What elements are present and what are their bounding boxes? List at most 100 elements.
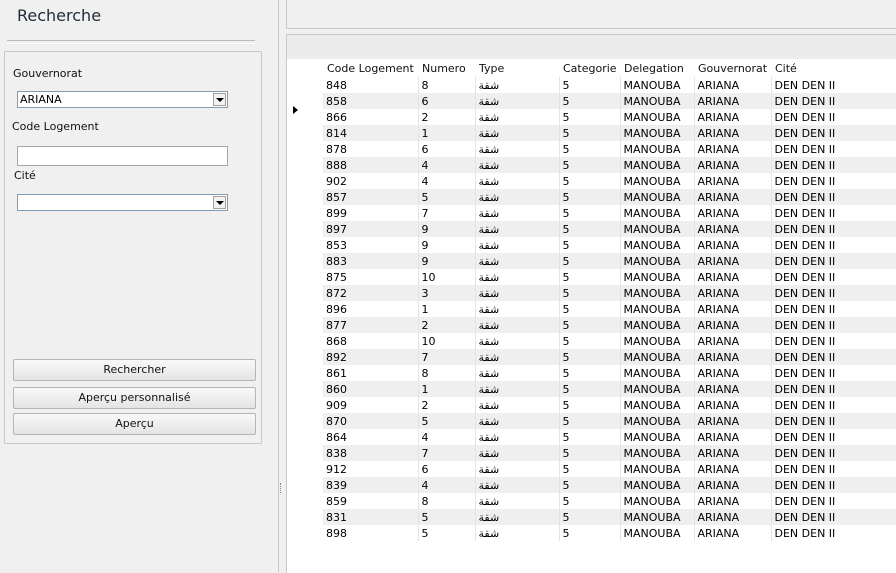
table-cell[interactable]: DEN DEN II (771, 445, 896, 461)
table-cell[interactable]: ARIANA (694, 349, 772, 365)
table-cell[interactable]: 5 (559, 157, 621, 173)
table-cell[interactable]: شقة (475, 333, 560, 349)
table-cell[interactable]: 5 (559, 317, 621, 333)
table-cell[interactable]: 3 (418, 285, 476, 301)
table-cell[interactable]: 888 (323, 157, 419, 173)
table-cell[interactable]: 875 (323, 269, 419, 285)
table-cell[interactable]: 5 (559, 125, 621, 141)
table-cell[interactable]: شقة (475, 237, 560, 253)
table-cell[interactable]: ARIANA (694, 365, 772, 381)
table-cell[interactable]: 2 (418, 317, 476, 333)
table-cell[interactable]: شقة (475, 109, 560, 125)
table-cell[interactable]: شقة (475, 157, 560, 173)
table-cell[interactable]: شقة (475, 173, 560, 189)
table-cell[interactable]: ARIANA (694, 189, 772, 205)
table-cell[interactable]: DEN DEN II (771, 525, 896, 541)
table-cell[interactable]: 5 (559, 141, 621, 157)
table-cell[interactable]: 4 (418, 429, 476, 445)
table-cell[interactable]: 10 (418, 269, 476, 285)
table-cell[interactable]: ARIANA (694, 157, 772, 173)
table-cell[interactable]: ARIANA (694, 381, 772, 397)
table-cell[interactable]: MANOUBA (620, 509, 695, 525)
table-cell[interactable]: DEN DEN II (771, 221, 896, 237)
table-cell[interactable]: شقة (475, 301, 560, 317)
chevron-down-icon[interactable] (213, 196, 226, 209)
table-cell[interactable]: 8 (418, 365, 476, 381)
table-cell[interactable]: 870 (323, 413, 419, 429)
table-cell[interactable]: 6 (418, 461, 476, 477)
table-cell[interactable]: 5 (559, 269, 621, 285)
table-cell[interactable]: 1 (418, 301, 476, 317)
table-row[interactable]: 912 6 شقة 5 MANOUBA ARIANA DEN DEN II (323, 461, 896, 477)
table-cell[interactable]: 10 (418, 333, 476, 349)
table-cell[interactable]: شقة (475, 93, 560, 109)
table-cell[interactable]: 868 (323, 333, 419, 349)
table-cell[interactable]: ARIANA (694, 317, 772, 333)
table-cell[interactable]: 864 (323, 429, 419, 445)
table-cell[interactable]: 839 (323, 477, 419, 493)
table-cell[interactable]: 899 (323, 205, 419, 221)
table-cell[interactable]: 858 (323, 93, 419, 109)
table-row[interactable]: 899 7 شقة 5 MANOUBA ARIANA DEN DEN II (323, 205, 896, 221)
table-cell[interactable]: 892 (323, 349, 419, 365)
table-cell[interactable]: 7 (418, 205, 476, 221)
table-cell[interactable]: 5 (559, 429, 621, 445)
table-cell[interactable]: MANOUBA (620, 77, 695, 93)
table-cell[interactable]: DEN DEN II (771, 173, 896, 189)
table-cell[interactable]: 877 (323, 317, 419, 333)
table-row[interactable]: 839 4 شقة 5 MANOUBA ARIANA DEN DEN II (323, 477, 896, 493)
table-row[interactable]: 888 4 شقة 5 MANOUBA ARIANA DEN DEN II (323, 157, 896, 173)
table-cell[interactable]: 5 (559, 349, 621, 365)
table-cell[interactable]: 5 (559, 461, 621, 477)
table-cell[interactable]: شقة (475, 125, 560, 141)
table-cell[interactable]: 5 (559, 301, 621, 317)
table-cell[interactable]: 5 (559, 397, 621, 413)
table-cell[interactable]: ARIANA (694, 109, 772, 125)
table-cell[interactable]: 8 (418, 77, 476, 93)
table-cell[interactable]: 5 (559, 221, 621, 237)
table-cell[interactable]: DEN DEN II (771, 189, 896, 205)
table-cell[interactable]: شقة (475, 429, 560, 445)
table-row[interactable]: 864 4 شقة 5 MANOUBA ARIANA DEN DEN II (323, 429, 896, 445)
table-cell[interactable]: شقة (475, 285, 560, 301)
table-cell[interactable]: MANOUBA (620, 301, 695, 317)
table-cell[interactable]: MANOUBA (620, 109, 695, 125)
splitter-grip-icon[interactable] (280, 483, 284, 493)
table-cell[interactable]: ARIANA (694, 413, 772, 429)
table-cell[interactable]: DEN DEN II (771, 333, 896, 349)
table-row[interactable]: 861 8 شقة 5 MANOUBA ARIANA DEN DEN II (323, 365, 896, 381)
table-cell[interactable]: MANOUBA (620, 205, 695, 221)
table-row[interactable]: 883 9 شقة 5 MANOUBA ARIANA DEN DEN II (323, 253, 896, 269)
table-cell[interactable]: MANOUBA (620, 413, 695, 429)
table-cell[interactable]: 5 (559, 525, 621, 541)
table-cell[interactable]: DEN DEN II (771, 429, 896, 445)
table-cell[interactable]: DEN DEN II (771, 77, 896, 93)
table-cell[interactable]: DEN DEN II (771, 237, 896, 253)
table-cell[interactable]: شقة (475, 269, 560, 285)
column-header[interactable]: Categorie (559, 59, 620, 77)
table-cell[interactable]: ARIANA (694, 237, 772, 253)
table-cell[interactable]: MANOUBA (620, 253, 695, 269)
table-cell[interactable]: 4 (418, 477, 476, 493)
table-row[interactable]: 858 6 شقة 5 MANOUBA ARIANA DEN DEN II (323, 93, 896, 109)
table-cell[interactable]: شقة (475, 349, 560, 365)
table-row[interactable]: 902 4 شقة 5 MANOUBA ARIANA DEN DEN II (323, 173, 896, 189)
table-cell[interactable]: MANOUBA (620, 221, 695, 237)
table-cell[interactable]: 5 (559, 477, 621, 493)
table-cell[interactable]: MANOUBA (620, 445, 695, 461)
column-header[interactable]: Code Logement (323, 59, 418, 77)
table-cell[interactable]: 9 (418, 237, 476, 253)
table-cell[interactable]: MANOUBA (620, 125, 695, 141)
table-cell[interactable]: ARIANA (694, 77, 772, 93)
table-cell[interactable]: MANOUBA (620, 381, 695, 397)
table-cell[interactable]: 5 (559, 285, 621, 301)
table-cell[interactable]: 6 (418, 141, 476, 157)
table-cell[interactable]: شقة (475, 445, 560, 461)
table-cell[interactable]: 2 (418, 397, 476, 413)
table-cell[interactable]: 898 (323, 525, 419, 541)
table-cell[interactable]: DEN DEN II (771, 301, 896, 317)
table-cell[interactable]: MANOUBA (620, 525, 695, 541)
table-cell[interactable]: DEN DEN II (771, 205, 896, 221)
table-cell[interactable]: MANOUBA (620, 429, 695, 445)
table-cell[interactable]: MANOUBA (620, 157, 695, 173)
